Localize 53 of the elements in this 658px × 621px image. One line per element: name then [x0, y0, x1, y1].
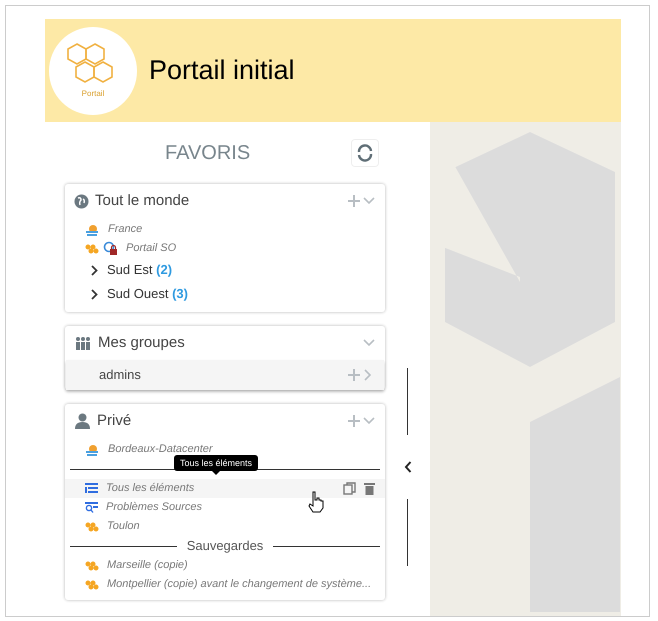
list-icon	[85, 483, 98, 494]
item-label: Toulon	[107, 519, 140, 534]
chevron-right-icon[interactable]	[364, 369, 372, 381]
refresh-icon	[356, 144, 374, 162]
chevron-down-icon[interactable]	[363, 197, 375, 205]
subgroup-row[interactable]: admins	[66, 360, 384, 390]
item-label: Problèmes Sources	[106, 500, 202, 516]
folder-item[interactable]: Sud Ouest (3)	[65, 282, 385, 306]
hand-cursor-icon	[308, 491, 324, 513]
favorite-item[interactable]: France	[65, 220, 385, 239]
group-title[interactable]: Privé	[97, 410, 132, 432]
sun-cloud-icon	[85, 442, 100, 456]
item-label: Bordeaux-Datacenter	[108, 442, 213, 458]
item-label: France	[108, 222, 142, 238]
group-title[interactable]: Mes groupes	[98, 332, 185, 354]
favorite-item[interactable]: Portail SO	[65, 239, 385, 258]
globe-icon	[74, 194, 89, 208]
folder-item[interactable]: Sud Est (2)	[65, 258, 385, 282]
plus-icon[interactable]	[348, 195, 360, 207]
separator-label: Sauvegardes	[186, 537, 264, 556]
plus-icon[interactable]	[348, 415, 360, 427]
plus-icon[interactable]	[348, 369, 360, 381]
person-icon	[74, 413, 91, 429]
copy-icon[interactable]	[343, 482, 356, 495]
section-title: FAVORIS	[165, 141, 250, 166]
chevron-down-icon[interactable]	[363, 417, 375, 425]
folder-label: Sud Est (2)	[107, 261, 172, 280]
chevron-left-icon	[404, 461, 412, 473]
favorite-item[interactable]: Toulon	[65, 517, 385, 536]
lock-icon	[103, 241, 118, 256]
favorite-item[interactable]: Tous les éléments	[65, 479, 385, 498]
chevron-right-icon	[91, 264, 98, 276]
item-label: Marseille (copie)	[107, 558, 188, 574]
logo-text: Portail	[82, 88, 104, 100]
item-label: Portail SO	[126, 241, 176, 256]
refresh-button[interactable]	[351, 139, 379, 167]
page-title: Portail initial	[149, 54, 295, 88]
collapse-button[interactable]	[404, 461, 412, 473]
subgroup-label: admins	[99, 366, 141, 384]
item-label: Tous les éléments	[106, 481, 194, 496]
group-title[interactable]: Tout le monde	[95, 190, 190, 212]
folder-label: Sud Ouest (3)	[107, 285, 188, 304]
item-label: Montpellier (copie) avant le changement de systѐme...	[107, 577, 372, 592]
favorite-item[interactable]: Marseille (copie)	[65, 556, 385, 575]
favorite-item[interactable]: Montpellier (copie) avant le changement de systѐme...	[65, 575, 385, 594]
favorite-item[interactable]: Problèmes Sources	[65, 498, 385, 517]
chevron-right-icon	[91, 288, 98, 300]
trash-icon[interactable]	[364, 482, 375, 495]
logo[interactable]: Portail	[49, 26, 137, 114]
sun-cloud-icon	[85, 222, 100, 236]
group-icon	[74, 336, 92, 350]
search-list-icon	[85, 502, 98, 513]
chevron-down-icon[interactable]	[363, 339, 375, 347]
